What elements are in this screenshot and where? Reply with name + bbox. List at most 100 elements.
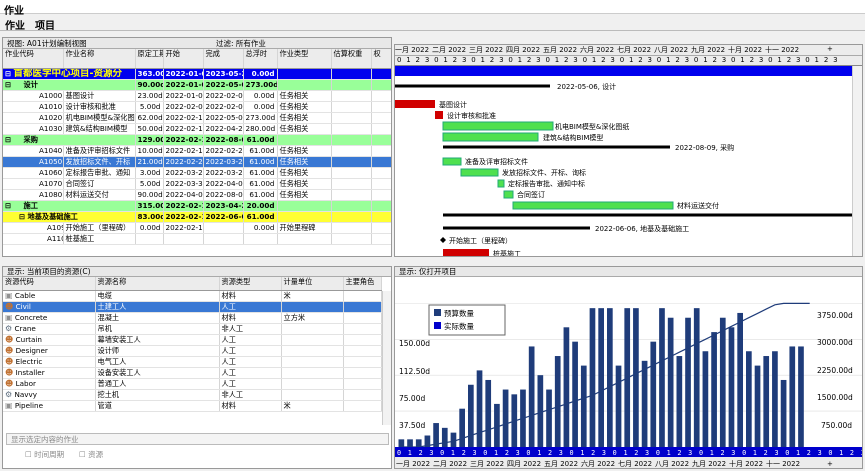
col-res-unit[interactable]: 计量单位 (281, 277, 344, 291)
histogram-bar[interactable] (676, 356, 683, 447)
col-res-code[interactable]: 资源代码 (3, 277, 96, 291)
histogram-bar[interactable] (476, 370, 483, 447)
collapse-icon[interactable]: ⊟ (5, 80, 11, 89)
histogram-bar[interactable] (407, 439, 413, 447)
histogram-bar[interactable] (502, 389, 509, 447)
histogram-bar[interactable] (659, 308, 665, 447)
activity-row[interactable]: A1010设计审核和批准5.00d2022-02-032022-02-090.0… (3, 101, 391, 113)
histogram-bar[interactable] (763, 356, 770, 447)
histogram-bar[interactable] (780, 379, 787, 447)
activity-row[interactable]: A1080材料运送交付90.00d2022-04-062022-08-0961.… (3, 189, 391, 201)
menu-project[interactable]: 项目 (30, 15, 60, 34)
histogram-bar[interactable] (528, 346, 535, 447)
resource-row[interactable]: ☻ Installer 设备安装工人 人工 (3, 367, 382, 379)
resource-row[interactable]: ☻ Curtain 幕墙安装工人 人工 (3, 334, 382, 346)
col-type[interactable]: 作业类型 (277, 49, 332, 69)
col-weight2[interactable]: 权 (371, 49, 391, 69)
gantt-bar-a1050[interactable] (460, 168, 499, 177)
col-name[interactable]: 作业名称 (63, 49, 136, 69)
collapse-icon[interactable]: ⊟ (5, 201, 11, 210)
gantt-bar-a1030[interactable] (442, 132, 539, 142)
resource-row[interactable]: ⚙ Crane 吊机 非人工 (3, 323, 382, 335)
activity-row[interactable]: A1040准备及评审招标文件10.00d2022-02-102022-02-23… (3, 145, 391, 157)
col-float[interactable]: 总浮时 (243, 49, 278, 69)
histogram-bar[interactable] (641, 360, 648, 447)
activity-row[interactable]: A1060定标报告审批、通知3.00d2022-03-252022-03-296… (3, 167, 391, 179)
histogram-bar[interactable] (485, 379, 492, 447)
col-duration[interactable]: 原定工期 (135, 49, 164, 69)
gantt-bar-project[interactable] (395, 66, 863, 76)
col-finish[interactable]: 完成 (203, 49, 244, 69)
histogram-bar[interactable] (685, 317, 691, 447)
collapse-icon[interactable]: ⊟ (5, 69, 11, 78)
gantt-month-more[interactable]: + (827, 45, 833, 53)
histogram-bar[interactable] (737, 312, 743, 447)
activity-row[interactable]: A1090开始施工（里程碑）0.00d2022-02-100.00d开始里程碑 (3, 222, 391, 234)
col-code[interactable]: 作业代码 (3, 49, 64, 69)
histogram-bar[interactable] (754, 365, 761, 447)
histogram-bar[interactable] (554, 356, 561, 447)
histogram-caption[interactable]: 显示: 仅打开项目 (395, 267, 862, 277)
gantt-vertical-scrollbar[interactable] (852, 66, 862, 256)
histogram-bar[interactable] (693, 308, 700, 447)
col-res-role[interactable]: 主要角色 (343, 277, 382, 291)
histogram-bar[interactable] (494, 403, 500, 447)
histogram-bar[interactable] (598, 308, 604, 447)
histogram-bar[interactable] (398, 439, 405, 447)
filter-label[interactable]: 过滤: 所有作业 (216, 38, 266, 49)
histogram-bar[interactable] (580, 365, 587, 447)
resource-checkbox[interactable]: ☐ 资源 (79, 449, 103, 460)
wbs-row-purchase[interactable]: ⊟ 采购 129.00d 2022-02-10 2022-08-09 61.00… (3, 134, 391, 146)
timecycle-checkbox[interactable]: ☐ 时间周期 (25, 449, 64, 460)
histogram-bar[interactable] (450, 432, 457, 447)
wbs-row-construct[interactable]: ⊟ 施工 315.00d 2022-02-10 2023-04-26 20.00… (3, 200, 391, 212)
resource-row-selected[interactable]: ☻ Civil 土建工人 人工 (3, 301, 382, 313)
show-activities-button[interactable]: 显示选定内容的作业 (6, 433, 389, 445)
gantt-bar-a1070[interactable] (503, 190, 514, 199)
col-weight[interactable]: 估算权重 (331, 49, 372, 69)
gantt-bar-a1020[interactable] (442, 121, 554, 131)
resource-vertical-scrollbar[interactable] (382, 291, 391, 425)
histogram-bar[interactable] (719, 317, 726, 447)
activity-row[interactable]: A1030建筑&结构BIM模型50.00d2022-02-102022-04-2… (3, 123, 391, 135)
histogram-month[interactable]: + (827, 460, 833, 468)
histogram-bar[interactable] (633, 308, 639, 447)
gantt-bar-a1100[interactable] (443, 249, 489, 256)
col-start[interactable]: 开始 (163, 49, 204, 69)
resource-row[interactable]: ☻ Labor 普通工人 人工 (3, 378, 382, 390)
activity-row-selected[interactable]: A1050发放招标文件、开标21.00d2022-02-242022-03-24… (3, 156, 391, 168)
gantt-bar-a1010[interactable] (435, 111, 443, 119)
histogram-bar[interactable] (546, 389, 552, 447)
histogram-bar[interactable] (415, 439, 422, 447)
histogram-bar[interactable] (572, 341, 578, 447)
gantt-bar-a1080[interactable] (512, 201, 674, 210)
histogram-bar[interactable] (615, 365, 622, 447)
activity-row[interactable]: A1070合同签订5.00d2022-03-302022-04-0561.00d… (3, 178, 391, 190)
view-label[interactable]: 视图: A01计划编制视图 (7, 39, 87, 48)
col-res-type[interactable]: 资源类型 (219, 277, 282, 291)
activity-row[interactable]: A1100桩基施工 (3, 233, 391, 245)
resource-row[interactable]: ⚙ Navvy 挖土机 非人工 (3, 389, 382, 401)
wbs-row-design[interactable]: ⊟ 设计 90.00d 2022-01-03 2022-05-06 273.00… (3, 79, 391, 91)
histogram-bar[interactable] (459, 408, 465, 447)
resource-row[interactable]: ▣ Concrete 混凝土 材料 立方米 (3, 312, 382, 324)
activity-row[interactable]: A1020机电BIM模型&深化图62.00d2022-02-102022-05-… (3, 112, 391, 124)
menu-activity[interactable]: 作业 (0, 15, 30, 34)
histogram-bar[interactable] (468, 384, 474, 447)
gantt-bar-a1060[interactable] (497, 179, 505, 188)
resource-row[interactable]: ▣ Pipeline 管道 材料米 (3, 400, 382, 412)
histogram-bar[interactable] (789, 346, 796, 447)
histogram-bar[interactable] (702, 351, 709, 447)
histogram-bar[interactable] (728, 327, 735, 447)
histogram-bar[interactable] (798, 346, 804, 447)
histogram-bar[interactable] (607, 308, 613, 447)
histogram-bar[interactable] (711, 332, 717, 447)
histogram-bar[interactable] (563, 327, 570, 447)
gantt-bar-a1000[interactable] (395, 100, 435, 108)
collapse-icon[interactable]: ⊟ (5, 135, 11, 144)
resource-row[interactable]: ☻ Electric 电气工人 人工 (3, 356, 382, 368)
gantt-bar-a1040[interactable] (442, 157, 462, 166)
resource-pane-caption[interactable]: 显示: 当前项目的资源(C) (3, 267, 391, 277)
resource-row[interactable]: ☻ Designer 设计师 人工 (3, 345, 382, 357)
wbs-row-project[interactable]: ⊟ 首都医学中心项目-资源分 363.00d 2022-01-03 2023-0… (3, 68, 391, 80)
